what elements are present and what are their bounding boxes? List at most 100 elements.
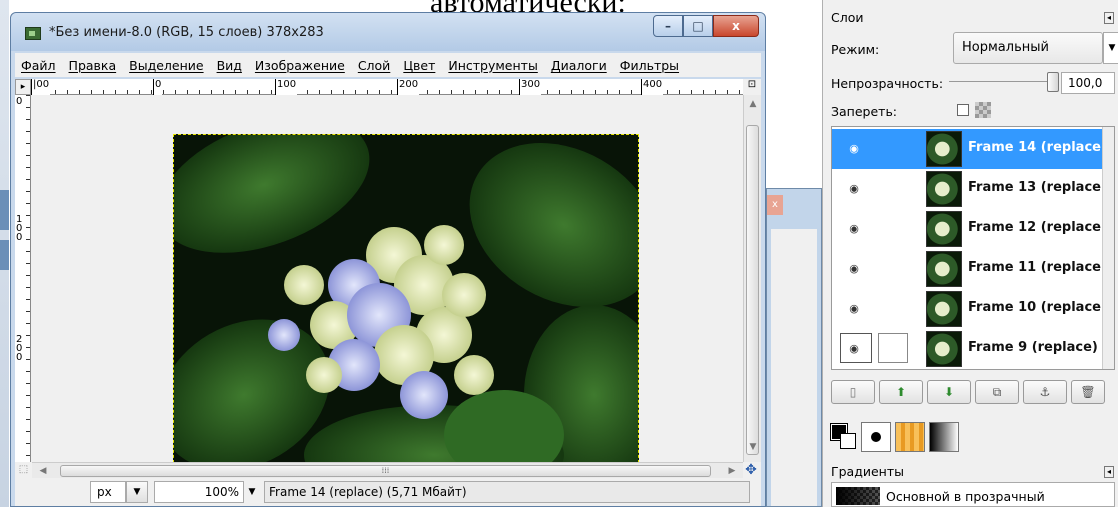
- desktop-window-edge: [0, 190, 9, 230]
- menu-edit[interactable]: Правка: [69, 58, 117, 73]
- vertical-scroll-thumb[interactable]: [746, 125, 759, 455]
- layers-dock: Слои ◂ Режим: Нормальный ▼ Непрозрачност…: [822, 0, 1118, 507]
- duplicate-layer-icon[interactable]: ⧉: [975, 380, 1019, 404]
- vertical-ruler[interactable]: 0 100 200: [15, 95, 31, 462]
- layers-list[interactable]: ◉ Frame 14 (replace) ◉ Frame 13 (replace…: [831, 126, 1115, 370]
- layer-name: Frame 11 (replace): [968, 260, 1107, 275]
- scroll-up-icon[interactable]: ▲: [744, 99, 762, 115]
- canvas-background[interactable]: [32, 96, 743, 483]
- opacity-slider-handle[interactable]: [1047, 72, 1059, 92]
- chevron-down-icon[interactable]: ▼: [1103, 32, 1118, 64]
- menu-dialogs[interactable]: Диалоги: [551, 58, 607, 73]
- horizontal-scroll-thumb[interactable]: ⁞⁞⁞: [60, 465, 711, 477]
- ruler-label: 0: [153, 79, 163, 95]
- image-window-title: *Без имени-8.0 (RGB, 15 слоев) 378x283: [49, 25, 324, 40]
- window-controls: – □ x: [653, 15, 759, 37]
- lock-pixels-checkbox[interactable]: [957, 104, 969, 116]
- fg-bg-colors[interactable]: [830, 423, 857, 450]
- hydrangea-photo[interactable]: [173, 134, 639, 483]
- horizontal-ruler[interactable]: |00 0 100 200 300 400: [31, 79, 743, 95]
- layer-row[interactable]: ◉ Frame 14 (replace): [832, 129, 1107, 169]
- eye-icon[interactable]: ◉: [846, 303, 862, 315]
- layer-name: Frame 9 (replace): [968, 340, 1098, 355]
- brush-icon[interactable]: [861, 422, 891, 452]
- layer-row[interactable]: ◉ Frame 9 (replace): [832, 329, 1104, 369]
- raise-layer-icon[interactable]: ⬆: [879, 380, 923, 404]
- eye-icon[interactable]: ◉: [846, 183, 862, 195]
- anchor-layer-icon[interactable]: ⚓: [1023, 380, 1067, 404]
- pattern-icon[interactable]: [895, 422, 925, 452]
- eye-icon[interactable]: ◉: [846, 223, 862, 235]
- layer-thumbnail: [926, 331, 962, 367]
- chevron-down-icon[interactable]: ▼: [244, 481, 260, 503]
- zoom-to-fit-icon[interactable]: ⊡: [743, 79, 761, 95]
- scroll-left-icon[interactable]: ◀: [36, 463, 50, 479]
- dock-title: Слои: [831, 10, 864, 25]
- layer-row[interactable]: ◉ Frame 13 (replace): [832, 169, 1107, 209]
- layer-thumbnail: [926, 131, 962, 167]
- navigate-icon[interactable]: ✥: [743, 462, 759, 478]
- menu-image[interactable]: Изображение: [255, 58, 345, 73]
- close-button[interactable]: x: [713, 15, 759, 37]
- eye-icon[interactable]: ◉: [846, 263, 862, 275]
- gradient-name: Основной в прозрачный: [886, 489, 1045, 504]
- ruler-menu-icon[interactable]: ▸: [15, 79, 31, 95]
- background-color[interactable]: [840, 433, 856, 449]
- gradient-list-item[interactable]: Основной в прозрачный: [831, 482, 1115, 507]
- opacity-field[interactable]: 100,0: [1061, 72, 1115, 94]
- gradient-icon[interactable]: [929, 422, 959, 452]
- image-window-titlebar[interactable]: *Без имени-8.0 (RGB, 15 слоев) 378x283 –…: [11, 13, 765, 51]
- mode-select[interactable]: Нормальный: [953, 32, 1103, 64]
- layer-row[interactable]: ◉ Frame 10 (replace): [832, 289, 1107, 329]
- unit-select[interactable]: px: [90, 481, 126, 503]
- background-window-body: [771, 229, 817, 506]
- tab-menu-icon[interactable]: ◂: [1104, 12, 1114, 24]
- desktop-window-edge: [0, 240, 9, 270]
- eye-icon[interactable]: ◉: [846, 343, 862, 355]
- ruler-label: 100: [16, 214, 23, 243]
- mode-label: Режим:: [831, 42, 880, 57]
- maximize-button[interactable]: □: [683, 15, 713, 37]
- new-layer-icon[interactable]: ▯: [831, 380, 875, 404]
- minimize-button[interactable]: –: [653, 15, 683, 37]
- opacity-label: Непрозрачность:: [831, 76, 944, 91]
- menu-select[interactable]: Выделение: [129, 58, 203, 73]
- layer-row[interactable]: ◉ Frame 11 (replace): [832, 249, 1107, 289]
- menu-tools[interactable]: Инструменты: [448, 58, 537, 73]
- eye-icon[interactable]: ◉: [846, 143, 862, 155]
- chain-toggle[interactable]: [878, 333, 908, 363]
- lock-alpha-icon[interactable]: [975, 102, 991, 118]
- quick-mask-icon[interactable]: ⬚: [15, 462, 32, 478]
- layers-scrollbar[interactable]: [1102, 127, 1114, 369]
- background-window[interactable]: x: [766, 188, 822, 507]
- lower-layer-icon[interactable]: ⬇: [927, 380, 971, 404]
- layer-name: Frame 13 (replace): [968, 180, 1107, 195]
- menu-file[interactable]: Файл: [21, 58, 56, 73]
- close-icon[interactable]: x: [767, 195, 783, 215]
- horizontal-scrollbar[interactable]: ◀ ⁞⁞⁞ ▶: [32, 462, 743, 478]
- menu-colors[interactable]: Цвет: [403, 58, 435, 73]
- canvas-area: ▸ |00 0 100 200 300 400 ⊡ 0 100 200 ▲ ▼ …: [15, 79, 761, 506]
- layer-row[interactable]: ◉ Frame 12 (replace): [832, 209, 1107, 249]
- zoom-field[interactable]: 100%: [154, 481, 244, 503]
- menu-layer[interactable]: Слой: [358, 58, 391, 73]
- ruler-label: 0: [16, 96, 23, 107]
- scroll-right-icon[interactable]: ▶: [725, 463, 739, 479]
- statusbar: px ▼ 100% ▼ Frame 14 (replace) (5,71 Мба…: [15, 478, 761, 506]
- ruler-label: 200: [16, 334, 23, 363]
- desktop-strip: [0, 0, 9, 507]
- menu-view[interactable]: Вид: [217, 58, 242, 73]
- status-message: Frame 14 (replace) (5,71 Мбайт): [264, 481, 750, 503]
- gimp-image-icon: [25, 27, 41, 40]
- menu-filters[interactable]: Фильтры: [620, 58, 679, 73]
- chevron-down-icon[interactable]: ▼: [126, 481, 148, 503]
- scroll-down-icon[interactable]: ▼: [744, 442, 762, 458]
- tab-menu-icon[interactable]: ◂: [1104, 466, 1114, 478]
- vertical-scrollbar[interactable]: ▲ ▼: [743, 95, 761, 462]
- layer-name: Frame 12 (replace): [968, 220, 1107, 235]
- hydrangea-image: [174, 135, 638, 482]
- layer-thumbnail: [926, 171, 962, 207]
- ruler-label: 400: [641, 79, 664, 95]
- delete-layer-icon[interactable]: 🗑: [1071, 380, 1105, 404]
- opacity-slider-track[interactable]: [949, 81, 1049, 82]
